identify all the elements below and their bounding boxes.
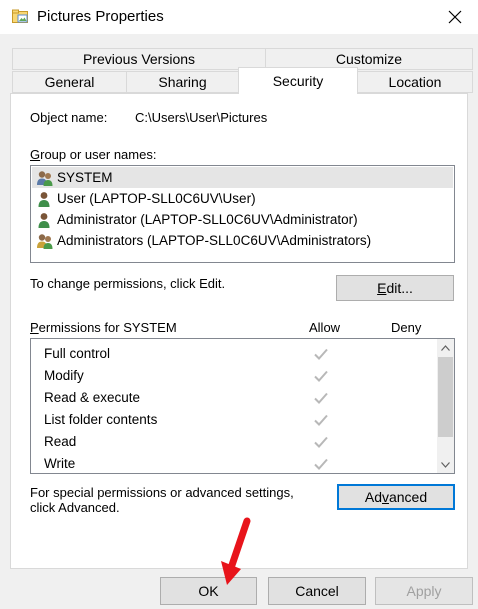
table-row: Full control	[31, 343, 429, 365]
advanced-button[interactable]: Ad v anced	[337, 484, 455, 510]
folder-pictures-icon	[12, 9, 28, 23]
permission-name: Read	[44, 434, 77, 449]
permission-name: Write	[44, 456, 76, 471]
permission-name: List folder contents	[44, 412, 158, 427]
list-item[interactable]: SYSTEM	[32, 167, 453, 188]
tab-security[interactable]: Security	[238, 67, 358, 94]
label-text: ermissions for SYSTEM	[38, 320, 177, 335]
ok-button[interactable]: OK	[160, 577, 257, 605]
group-user-list[interactable]: SYSTEM User (LAPTOP-SLL0C6UV\User) Admin…	[30, 165, 455, 263]
list-item-label: Administrator (LAPTOP-SLL0C6UV\Administr…	[57, 212, 358, 227]
special-permissions-text-2: click Advanced.	[30, 500, 120, 515]
checkmark-icon	[314, 348, 328, 360]
button-label-rest: anced	[388, 489, 428, 505]
permission-name: Modify	[44, 368, 84, 383]
table-row: Write	[31, 453, 429, 473]
close-icon	[448, 10, 462, 24]
group-users-icon	[37, 233, 53, 249]
tab-previous-versions[interactable]: Previous Versions	[12, 48, 266, 70]
tab-location[interactable]: Location	[357, 71, 473, 93]
allow-header: Allow	[309, 320, 341, 335]
list-item-label: User (LAPTOP-SLL0C6UV\User)	[57, 191, 256, 206]
access-key: v	[381, 489, 389, 505]
change-permissions-text: To change permissions, click Edit.	[30, 276, 226, 291]
list-item[interactable]: User (LAPTOP-SLL0C6UV\User)	[32, 188, 453, 209]
button-label: OK	[198, 583, 219, 599]
user-icon	[38, 212, 50, 228]
tab-label: Location	[388, 74, 442, 90]
group-users-icon	[37, 170, 53, 186]
checkmark-icon	[314, 370, 328, 382]
button-label: Cancel	[295, 583, 339, 599]
chevron-up-icon	[441, 344, 450, 351]
button-label: Ad	[364, 489, 382, 505]
scrollbar-thumb[interactable]	[438, 357, 453, 437]
label-text: roup or user names:	[40, 147, 157, 162]
group-names-label: Group or user names:	[30, 147, 156, 162]
tab-general[interactable]: General	[12, 71, 127, 93]
list-item-label: Administrators (LAPTOP-SLL0C6UV\Administ…	[57, 233, 372, 248]
object-name-value: C:\Users\User\Pictures	[135, 110, 268, 125]
cancel-button[interactable]: Cancel	[268, 577, 366, 605]
button-label: Apply	[406, 583, 442, 599]
window-title: Pictures Properties	[37, 8, 164, 25]
chevron-down-icon	[441, 461, 450, 468]
edit-button[interactable]: Edit...	[336, 275, 454, 301]
table-row: List folder contents	[31, 409, 429, 431]
checkmark-icon	[314, 414, 328, 426]
tab-label: Customize	[335, 51, 403, 67]
permissions-label: Permissions for SYSTEM	[30, 320, 177, 335]
list-item-label: SYSTEM	[57, 170, 113, 185]
special-permissions-text: For special permissions or advanced sett…	[30, 485, 294, 500]
user-icon	[38, 191, 50, 207]
title-bar: Pictures Properties	[0, 0, 478, 34]
scroll-up-button[interactable]	[437, 339, 454, 356]
tab-label: Sharing	[158, 74, 207, 90]
tab-label: Security	[272, 73, 324, 89]
access-key: E	[377, 280, 387, 296]
table-row: Read	[31, 431, 429, 453]
checkmark-icon	[314, 392, 328, 404]
access-key: P	[30, 320, 39, 335]
table-row: Read & execute	[31, 387, 429, 409]
permission-name: Read & execute	[44, 390, 141, 405]
checkmark-icon	[314, 458, 328, 470]
permissions-scrollbar[interactable]	[437, 339, 454, 473]
permissions-list[interactable]: Full control Modify Read & execute List …	[30, 338, 455, 474]
tab-label: Previous Versions	[82, 51, 196, 67]
scroll-down-button[interactable]	[437, 456, 454, 473]
apply-button[interactable]: Apply	[375, 577, 473, 605]
tab-label: General	[44, 74, 95, 90]
list-item[interactable]: Administrator (LAPTOP-SLL0C6UV\Administr…	[32, 209, 453, 230]
permission-name: Full control	[44, 346, 111, 361]
table-row: Modify	[31, 365, 429, 387]
object-name-label: Object name:	[30, 110, 108, 125]
button-label: dit...	[386, 280, 413, 296]
close-button[interactable]	[432, 0, 478, 34]
access-key: G	[30, 147, 41, 162]
tab-sharing[interactable]: Sharing	[126, 71, 239, 93]
list-item[interactable]: Administrators (LAPTOP-SLL0C6UV\Administ…	[32, 230, 453, 251]
deny-header: Deny	[391, 320, 422, 335]
security-panel: Object name: C:\Users\User\Pictures Grou…	[10, 93, 468, 569]
checkmark-icon	[314, 436, 328, 448]
